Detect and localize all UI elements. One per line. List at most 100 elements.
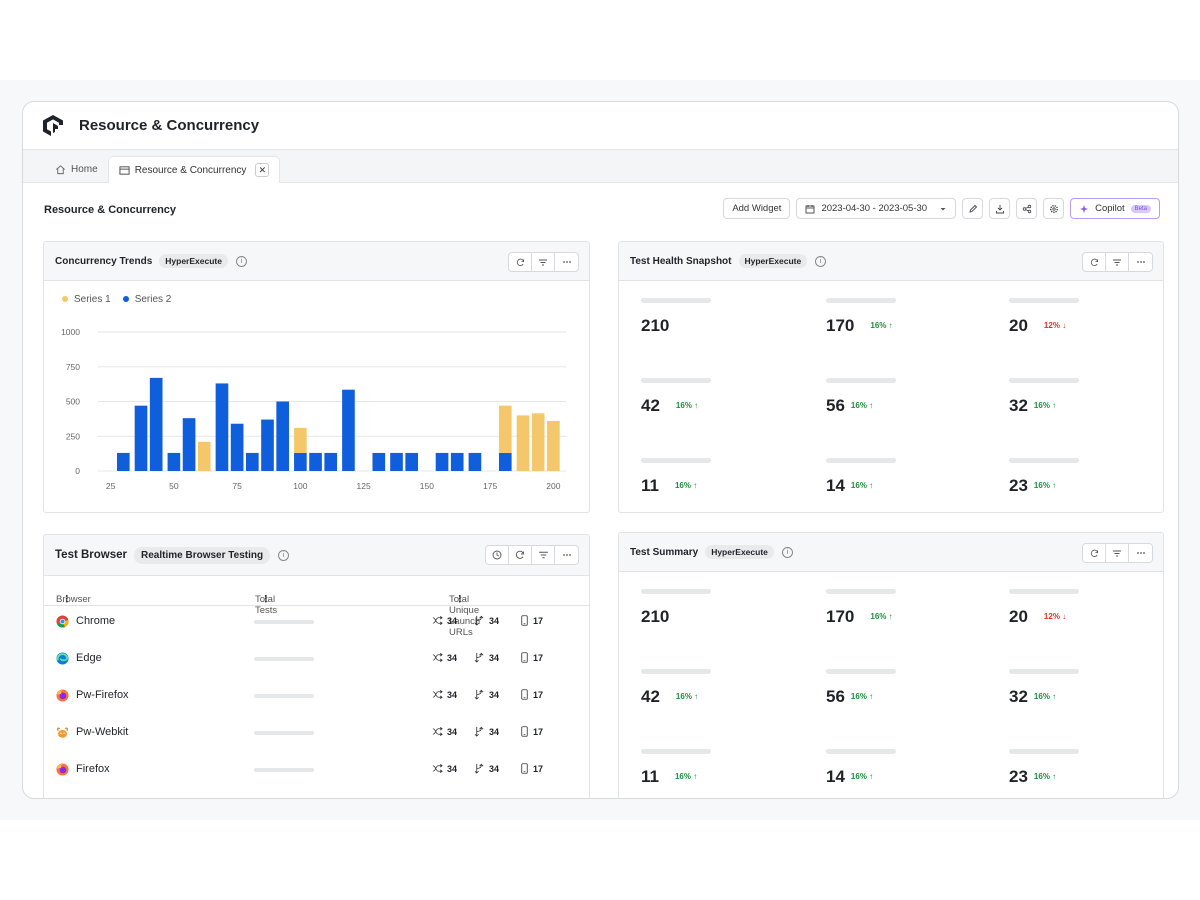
edit-button[interactable] <box>962 198 984 219</box>
total-tests-placeholder <box>254 620 314 624</box>
refresh-button[interactable] <box>509 546 532 564</box>
refresh-icon <box>515 550 524 559</box>
page-title: Resource & Concurrency <box>44 204 177 216</box>
test-health-snapshot-panel: Test Health Snapshot HyperExecute i 210 1… <box>618 241 1164 513</box>
stat-delta: 16% ↑ <box>850 772 874 781</box>
bar-series-2 <box>450 452 464 471</box>
close-tab-button[interactable]: ✕ <box>255 163 270 177</box>
tab-home[interactable]: Home <box>45 156 108 182</box>
refresh-button[interactable] <box>1083 253 1106 271</box>
stat-card: 20 12% ↓ <box>1009 589 1079 627</box>
title-bar: Resource & Concurrency <box>23 102 1178 150</box>
row-metric: 17 <box>520 689 543 700</box>
refresh-icon <box>1090 258 1098 266</box>
table-row[interactable]: Pw-Webkit 34 34 17 <box>44 717 589 754</box>
info-icon[interactable]: i <box>815 255 827 267</box>
history-button[interactable] <box>486 546 509 564</box>
sparkle-icon <box>1080 204 1089 213</box>
share-button[interactable] <box>1016 198 1038 219</box>
info-icon[interactable]: i <box>781 546 793 558</box>
more-button[interactable] <box>1129 544 1152 562</box>
stat-card: 23 16% ↑ <box>1009 458 1079 496</box>
test-summary-panel: Test Summary HyperExecute i 210 170 16% ↑ 2… <box>618 532 1164 798</box>
more-button[interactable] <box>555 253 578 271</box>
more-button[interactable] <box>1129 253 1152 271</box>
x-tick-label: 25 <box>106 481 116 491</box>
stat-delta: 16% ↑ <box>1033 401 1057 410</box>
flows-icon <box>432 727 443 736</box>
metric-value: 34 <box>447 615 458 626</box>
more-icon <box>1136 261 1145 263</box>
stat-delta: 16% ↑ <box>850 481 874 490</box>
table-header: Browser ⋮ Total Tests ⋮ Total Unique Launc… <box>44 576 589 638</box>
stat-card: 14 16% ↑ <box>826 749 896 787</box>
table-row[interactable]: Edge 34 34 17 <box>44 643 589 680</box>
table-row[interactable]: Firefox 34 34 17 <box>44 754 589 791</box>
table-row[interactable]: Pw-Firefox 34 34 17 <box>44 680 589 717</box>
refresh-button[interactable] <box>1083 544 1106 562</box>
stat-card: 210 <box>641 589 711 627</box>
info-icon[interactable]: i <box>235 255 247 267</box>
filter-button[interactable] <box>1106 544 1129 562</box>
mobile-icon <box>521 615 528 626</box>
date-range-picker[interactable]: 2023-04-30 - 2023-05-30 <box>796 198 957 219</box>
date-range-value: 2023-04-30 - 2023-05-30 <box>821 203 928 214</box>
label-placeholder <box>641 749 711 754</box>
refresh-button[interactable] <box>509 253 532 271</box>
bar-series-1 <box>498 405 512 453</box>
stat-value: 32 <box>1009 396 1028 415</box>
bar-series-2 <box>116 452 130 471</box>
table-row[interactable]: Chrome 34 34 17 <box>44 606 589 643</box>
bar-series-2 <box>309 452 322 471</box>
panel-header: Test Summary HyperExecute i <box>619 533 1163 572</box>
stat-delta: 16% ↑ <box>1033 692 1057 701</box>
column-menu-icon[interactable]: ⋮ <box>261 594 271 605</box>
filter-button[interactable] <box>532 253 555 271</box>
flows-icon <box>432 653 443 662</box>
y-tick-label: 0 <box>75 466 80 476</box>
metric-value: 34 <box>447 689 458 700</box>
mobile-icon <box>521 763 528 774</box>
stat-value: 23 <box>1009 767 1028 786</box>
mobile-icon <box>521 652 528 663</box>
realtime-browser-testing-chip: Realtime Browser Testing <box>134 546 271 564</box>
stat-value: 56 <box>826 687 845 706</box>
branch-icon <box>474 689 484 700</box>
copilot-button[interactable]: Copilot Beta <box>1070 198 1160 219</box>
info-icon[interactable]: i <box>278 549 290 561</box>
add-widget-button[interactable]: Add Widget <box>723 198 791 219</box>
label-placeholder <box>826 669 896 674</box>
hyperexecute-chip: HyperExecute <box>159 254 228 268</box>
bar-series-2 <box>230 423 244 471</box>
bar-series-2 <box>261 419 274 471</box>
filter-button[interactable] <box>1106 253 1129 271</box>
column-menu-icon[interactable]: ⋮ <box>62 594 72 605</box>
flows-icon <box>432 690 443 699</box>
download-button[interactable] <box>989 198 1011 219</box>
tab-resource-concurrency[interactable]: Resource & Concurrency ✕ <box>107 156 281 183</box>
more-button[interactable] <box>555 546 578 564</box>
stat-delta: 16% ↑ <box>674 772 698 781</box>
stat-value: 14 <box>826 767 845 786</box>
stat-value: 56 <box>826 396 845 415</box>
panel-actions <box>1082 252 1153 272</box>
stat-card: 11 16% ↑ <box>641 749 711 787</box>
metric-value: 34 <box>447 652 458 663</box>
stat-card: 14 16% ↑ <box>826 458 896 496</box>
panel-title: Test Health Snapshot <box>630 255 732 267</box>
column-menu-icon[interactable]: ⋮ <box>455 594 465 605</box>
share-icon <box>1022 204 1031 213</box>
more-icon <box>1136 552 1145 554</box>
stat-card: 42 16% ↑ <box>641 378 711 416</box>
x-tick-label: 75 <box>232 481 242 491</box>
y-tick-label: 250 <box>66 431 80 441</box>
settings-button[interactable] <box>1043 198 1065 219</box>
total-tests-placeholder <box>254 657 314 661</box>
bar-series-2 <box>468 452 482 471</box>
row-metric: 34 <box>474 726 499 737</box>
stat-delta: 16% ↑ <box>850 692 874 701</box>
metric-value: 17 <box>533 689 544 700</box>
filter-button[interactable] <box>532 546 555 564</box>
bar-series-2 <box>245 452 259 471</box>
bar-series-2 <box>182 418 196 471</box>
